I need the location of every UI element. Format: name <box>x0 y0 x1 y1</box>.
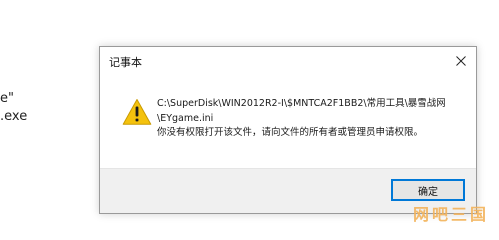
dialog-content: C:\SuperDisk\WIN2012R2-I\$MNTCA2F1BB2\常用… <box>100 75 476 170</box>
message-line: 你没有权限打开该文件，请向文件的所有者或管理员申请权限。 <box>157 127 424 138</box>
error-message: C:\SuperDisk\WIN2012R2-I\$MNTCA2F1BB2\常用… <box>157 97 469 141</box>
dialog-title: 记事本 <box>109 56 142 69</box>
watermark-logo: 网吧三国 <box>412 205 489 224</box>
error-dialog: 记事本 C:\SuperDisk\WIN2012R2-I\$MNTCA2F1BB… <box>99 46 477 214</box>
close-icon <box>456 56 466 66</box>
dialog-titlebar[interactable]: 记事本 <box>100 47 476 75</box>
background-text-line: .exe <box>0 109 28 124</box>
close-button[interactable] <box>446 47 476 75</box>
message-line: \EYgame.ini <box>157 112 214 124</box>
warning-icon <box>122 98 152 126</box>
message-line: C:\SuperDisk\WIN2012R2-I\$MNTCA2F1BB2\常用… <box>157 98 446 109</box>
background-text-line: e" <box>0 91 14 106</box>
ok-button[interactable]: 确定 <box>391 179 465 201</box>
